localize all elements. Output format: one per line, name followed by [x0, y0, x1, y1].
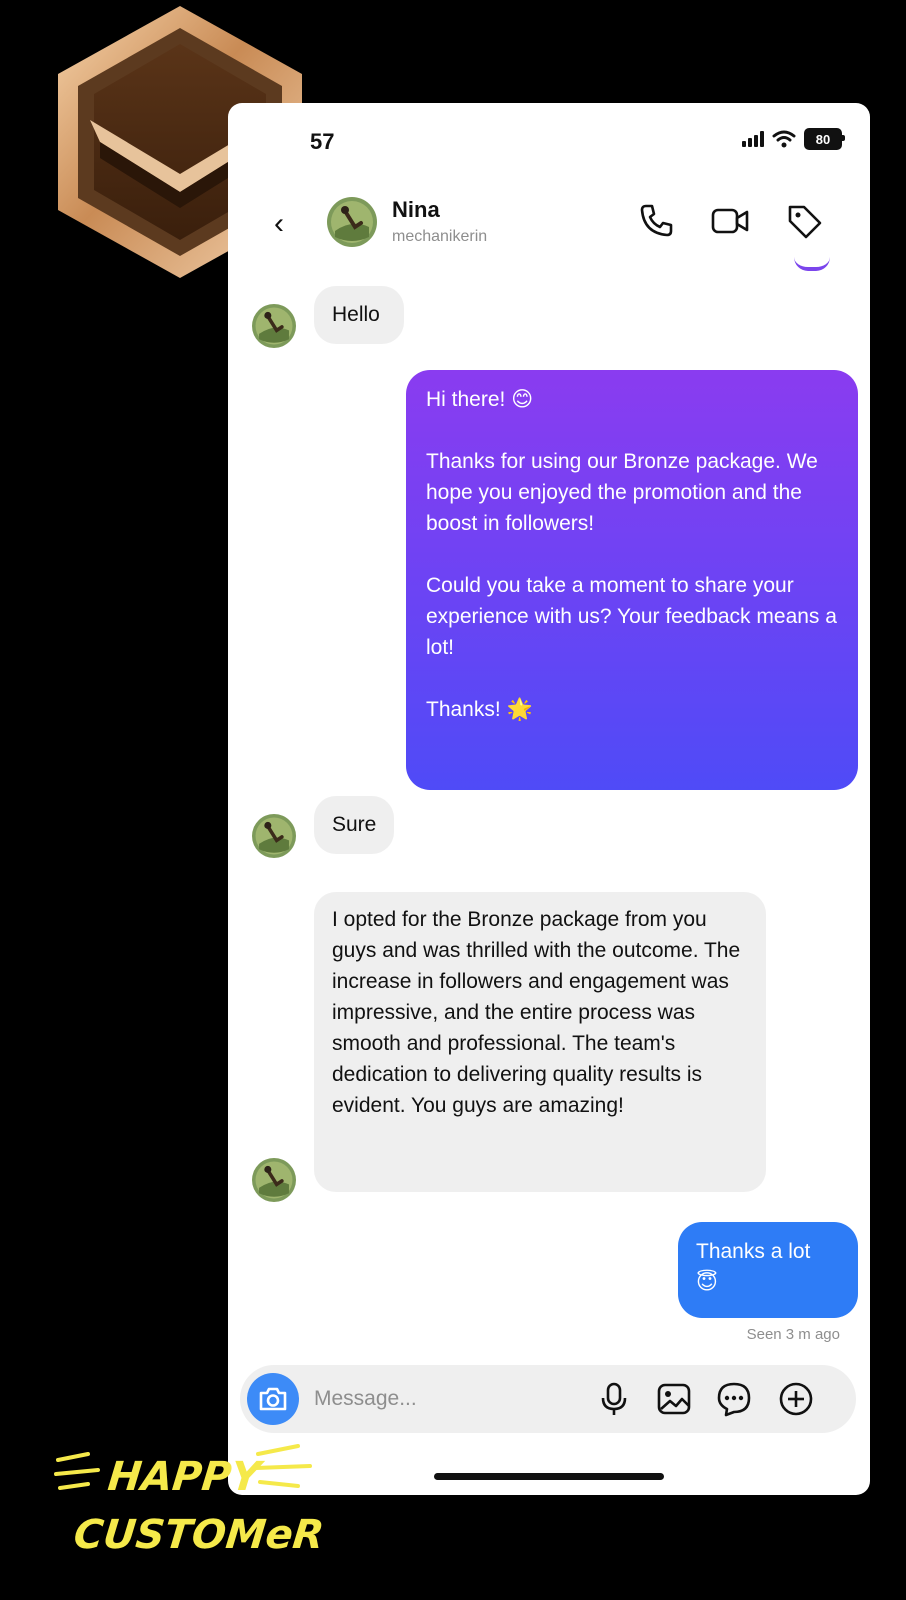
customer-text: CUSTOMeR	[72, 1512, 322, 1558]
previous-message-edge	[794, 257, 830, 271]
chat-header: ‹ Nina mechanikerin	[228, 183, 870, 263]
message-input[interactable]	[312, 1381, 576, 1417]
avatar	[252, 814, 296, 858]
camera-icon	[259, 1387, 287, 1411]
status-bar: 57 80	[228, 103, 870, 163]
back-icon[interactable]: ‹	[274, 207, 284, 241]
battery-level: 80	[815, 131, 831, 147]
contact-name[interactable]: Nina	[392, 197, 440, 223]
incoming-message[interactable]: Sure	[314, 796, 394, 854]
avatar	[252, 1158, 296, 1202]
plus-icon[interactable]	[778, 1381, 814, 1417]
message-text: Sure	[332, 813, 377, 836]
sticker-icon[interactable]	[716, 1381, 752, 1417]
status-time: 57	[310, 129, 335, 154]
message-text: I opted for the Bronze package from you …	[332, 908, 741, 1117]
outgoing-message[interactable]: Thanks a lot 😇	[678, 1222, 858, 1318]
microphone-icon[interactable]	[596, 1381, 632, 1417]
seen-status: Seen 3 m ago	[746, 1326, 840, 1343]
wifi-icon	[772, 130, 796, 148]
battery-icon: 80	[804, 128, 845, 150]
video-icon[interactable]	[710, 201, 750, 241]
message-emoji: 😇	[696, 1271, 718, 1294]
contact-username: mechanikerin	[392, 228, 488, 245]
happy-text: HAPPY	[106, 1454, 267, 1500]
message-text: Thanks for using our Bronze package. We …	[426, 450, 818, 535]
message-text: Could you take a moment to share your ex…	[426, 574, 837, 659]
phone-screen: 57 80 ‹ Nina mechanikerin Hello Hi there…	[228, 103, 870, 1495]
happy-customer-sticker: HAPPY CUSTOMeR	[54, 1444, 322, 1558]
camera-button[interactable]	[247, 1373, 299, 1425]
incoming-message[interactable]: I opted for the Bronze package from you …	[314, 892, 766, 1192]
avatar[interactable]	[327, 197, 377, 247]
message-text: Hi there! 😊	[426, 388, 534, 411]
status-icons: 80	[742, 128, 845, 150]
message-text: Thanks! 🌟	[426, 698, 533, 721]
avatar	[252, 304, 296, 348]
message-text: Thanks a lot	[696, 1240, 811, 1263]
message-text: Hello	[332, 303, 380, 326]
home-indicator	[434, 1473, 664, 1480]
signal-icon	[742, 131, 764, 147]
phone-icon[interactable]	[636, 201, 676, 241]
outgoing-message[interactable]: Hi there! 😊 Thanks for using our Bronze …	[406, 370, 858, 790]
tag-icon[interactable]	[784, 201, 824, 241]
incoming-message[interactable]: Hello	[314, 286, 404, 344]
message-composer	[240, 1365, 856, 1433]
gallery-icon[interactable]	[656, 1381, 692, 1417]
